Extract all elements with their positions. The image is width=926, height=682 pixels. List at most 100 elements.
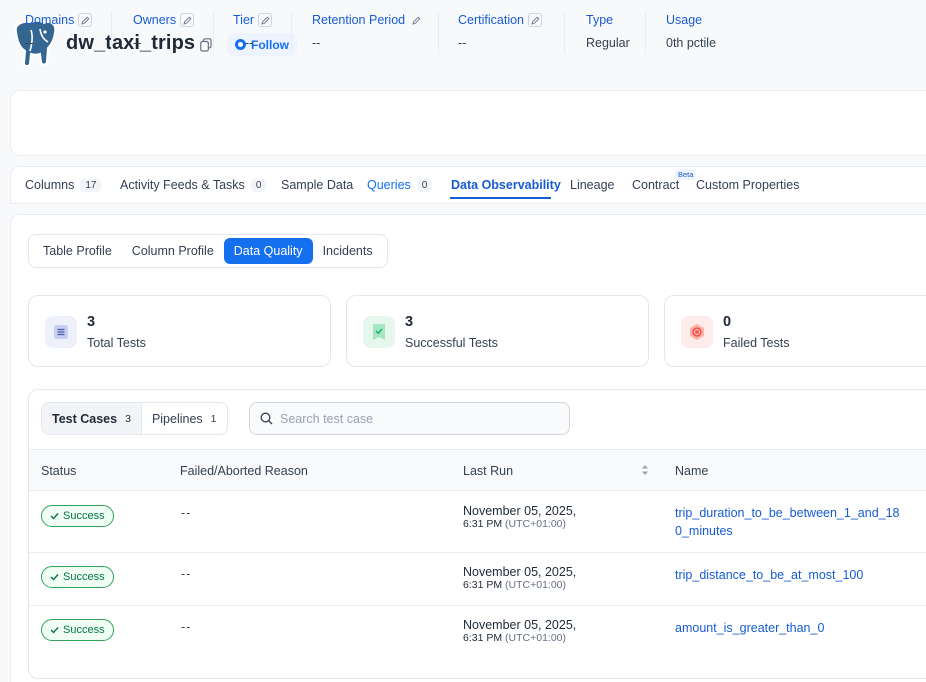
property-certification: Certification -- [458,13,542,50]
column-header-status[interactable]: Status [41,464,76,478]
divider [291,12,292,54]
list-icon [45,316,77,348]
tab-count: 17 [80,178,102,192]
check-icon [50,513,59,520]
tab-test-cases[interactable]: Test Cases 3 [42,403,141,434]
test-case-link[interactable]: amount_is_greater_than_0 [675,619,905,637]
failed-reason: -- [181,567,192,581]
property-type: Type Regular [586,13,630,50]
tab-table-profile[interactable]: Table Profile [33,238,122,264]
test-case-link[interactable]: trip_distance_to_be_at_most_100 [675,566,905,584]
search-box [249,402,570,435]
divider [111,12,112,54]
last-run-time: 6:31 PM (UTC+01:00) [463,579,566,591]
tab-activity-feeds[interactable]: Activity Feeds & Tasks 0 [120,178,267,192]
check-icon [50,627,59,634]
edit-pencil-icon[interactable] [409,13,423,27]
copy-icon[interactable] [200,38,212,52]
status-badge: Success [41,619,114,641]
edit-pencil-icon[interactable] [180,13,195,27]
tab-label: Lineage [570,178,615,192]
check-icon [50,574,59,581]
stat-label: Total Tests [87,336,146,350]
tab-label: Activity Feeds & Tasks [120,178,245,192]
last-run-time: 6:31 PM (UTC+01:00) [463,632,566,644]
tab-lineage[interactable]: Lineage [570,178,615,192]
tab-data-quality[interactable]: Data Quality [223,238,313,264]
properties-bar [10,90,926,156]
property-usage: Usage 0th pctile [666,13,716,50]
last-run-date: November 05, 2025, [463,504,577,518]
table-row[interactable]: Success -- November 05, 2025, 6:31 PM (U… [29,553,926,606]
status-badge: Success [41,505,114,527]
edit-pencil-icon[interactable] [258,13,273,27]
divider [438,12,439,54]
property-value: -- [458,36,467,50]
last-run-date: November 05, 2025, [463,565,577,579]
property-owners: Owners -- [133,13,195,50]
edit-pencil-icon[interactable] [78,13,93,27]
property-value: -- [25,36,34,50]
tab-column-profile[interactable]: Column Profile [122,238,224,264]
test-tab-group: Test Cases 3 Pipelines 1 [41,402,228,435]
stat-label: Failed Tests [723,336,790,350]
tab-custom-properties[interactable]: Custom Properties [696,178,800,192]
tab-contract[interactable]: Contract [632,178,679,192]
status-label: Success [63,571,105,583]
edit-pencil-icon[interactable] [528,13,542,27]
last-run-date: November 05, 2025, [463,618,577,632]
tab-sample-data[interactable]: Sample Data [281,178,353,192]
tab-incidents[interactable]: Incidents [313,238,383,264]
stat-value: 0 [723,314,732,330]
column-header-last-run[interactable]: Last Run [463,464,513,478]
status-label: Success [63,624,105,636]
divider [645,12,646,54]
tab-label: Test Cases [52,411,118,426]
column-header-name[interactable]: Name [675,464,708,478]
stat-card-failed-tests: 0 Failed Tests [664,295,926,367]
beta-badge: Beta [675,169,697,180]
stat-card-total-tests: 3 Total Tests [28,295,331,367]
property-label: Certification [458,13,524,27]
property-value: Regular [586,36,630,50]
property-value: 0th pctile [666,36,717,50]
tab-pipelines[interactable]: Pipelines 1 [140,403,227,434]
table-row[interactable]: Success -- November 05, 2025, 6:31 PM (U… [29,606,926,659]
status-label: Success [63,510,105,522]
timezone: (UTC+01:00) [505,632,567,644]
column-header-reason[interactable]: Failed/Aborted Reason [180,464,308,478]
tab-count: 3 [125,412,131,425]
test-case-link[interactable]: trip_duration_to_be_between_1_and_180_mi… [675,504,905,540]
failed-reason: -- [181,620,192,634]
active-tab-indicator [450,197,551,199]
stat-value: 3 [87,314,96,330]
tab-count: 0 [250,178,267,192]
property-tier: Tier -- [233,13,273,50]
tab-label: Pipelines [151,411,203,426]
timezone: (UTC+01:00) [505,579,567,591]
tab-label: Sample Data [281,178,354,192]
search-input[interactable] [280,411,540,426]
property-label: Usage [666,13,703,27]
property-label: Tier [233,13,255,27]
tab-count: 1 [210,412,217,425]
table-row[interactable]: Success -- November 05, 2025, 6:31 PM (U… [29,491,926,553]
property-retention-period: Retention Period -- [312,13,423,50]
property-label: Domains [25,13,75,27]
tab-queries[interactable]: Queries 0 [367,178,433,192]
status-badge: Success [41,566,114,588]
tab-label: Queries [367,178,411,192]
divider [213,12,214,54]
property-value: -- [245,36,254,50]
sort-icon[interactable] [641,463,649,477]
tab-data-observability[interactable]: Data Observability [451,178,561,192]
time: 6:31 PM [463,579,503,591]
stat-value: 3 [405,314,414,330]
tab-label: Data Observability [451,178,561,192]
failed-x-icon [681,316,713,348]
property-label: Owners [133,13,177,27]
tab-columns[interactable]: Columns 17 [25,178,102,192]
tab-count: 0 [416,178,433,192]
tab-label: Contract [632,178,680,192]
failed-reason: -- [181,506,192,520]
